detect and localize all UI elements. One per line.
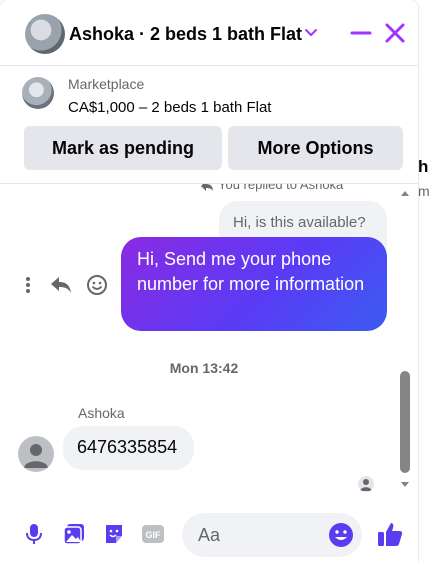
mark-as-pending-button[interactable]: Mark as pending: [24, 126, 222, 170]
react-emoji-icon[interactable]: [86, 274, 108, 296]
thumbs-up-icon[interactable]: [376, 520, 404, 548]
default-user-icon: [360, 479, 372, 491]
listing-thumbnail[interactable]: [22, 77, 54, 109]
message-composer: GIF: [0, 500, 418, 562]
message-input-container[interactable]: [182, 513, 362, 557]
more-options-button[interactable]: More Options: [228, 126, 403, 170]
chat-title[interactable]: Ashoka · 2 beds 1 bath Flat: [69, 24, 302, 45]
gif-icon[interactable]: GIF: [141, 522, 165, 546]
listing-title[interactable]: CA$1,000 – 2 beds 1 bath Flat: [68, 99, 271, 116]
scroll-up-arrow-icon[interactable]: [400, 189, 410, 197]
message-scrollbar[interactable]: [397, 186, 413, 498]
microphone-icon[interactable]: [22, 522, 46, 546]
received-message-bubble[interactable]: 6476335854: [63, 426, 194, 470]
svg-text:GIF: GIF: [146, 530, 162, 540]
message-timestamp: Mon 13:42: [169, 360, 239, 376]
scrollbar-thumb[interactable]: [400, 371, 410, 473]
sticker-icon[interactable]: [102, 522, 126, 546]
photo-icon[interactable]: [62, 522, 86, 546]
replied-note-text: You replied to Ashoka: [218, 184, 344, 192]
sender-name: Ashoka: [78, 405, 125, 421]
seen-indicator-avatar: [358, 476, 374, 492]
sent-message-bubble[interactable]: Hi, Send me your phone number for more i…: [121, 237, 387, 331]
more-vertical-icon[interactable]: [20, 275, 36, 295]
background-subtext-fragment: m.: [418, 183, 431, 199]
emoji-icon[interactable]: [328, 522, 354, 548]
message-input[interactable]: [198, 523, 318, 547]
message-list: You replied to Ashoka Hi, is this availa…: [0, 184, 418, 500]
reply-icon: [201, 184, 213, 191]
listing-avatar[interactable]: [25, 14, 65, 54]
replied-note: You replied to Ashoka: [200, 184, 343, 192]
chevron-down-icon[interactable]: [302, 24, 320, 42]
reply-icon[interactable]: [50, 275, 72, 295]
chat-window: Ashoka · 2 beds 1 bath Flat Marketplace …: [0, 0, 418, 562]
message-actions: [20, 274, 108, 296]
sender-avatar[interactable]: [18, 436, 54, 472]
minimize-icon[interactable]: [350, 22, 372, 44]
background-heading-fragment: h: [418, 157, 429, 176]
marketplace-panel: Marketplace CA$1,000 – 2 beds 1 bath Fla…: [0, 66, 418, 184]
close-icon[interactable]: [384, 22, 406, 44]
marketplace-label: Marketplace: [68, 76, 145, 92]
scroll-down-arrow-icon[interactable]: [400, 481, 410, 489]
default-user-icon: [24, 444, 48, 468]
chat-header: Ashoka · 2 beds 1 bath Flat: [0, 0, 418, 66]
